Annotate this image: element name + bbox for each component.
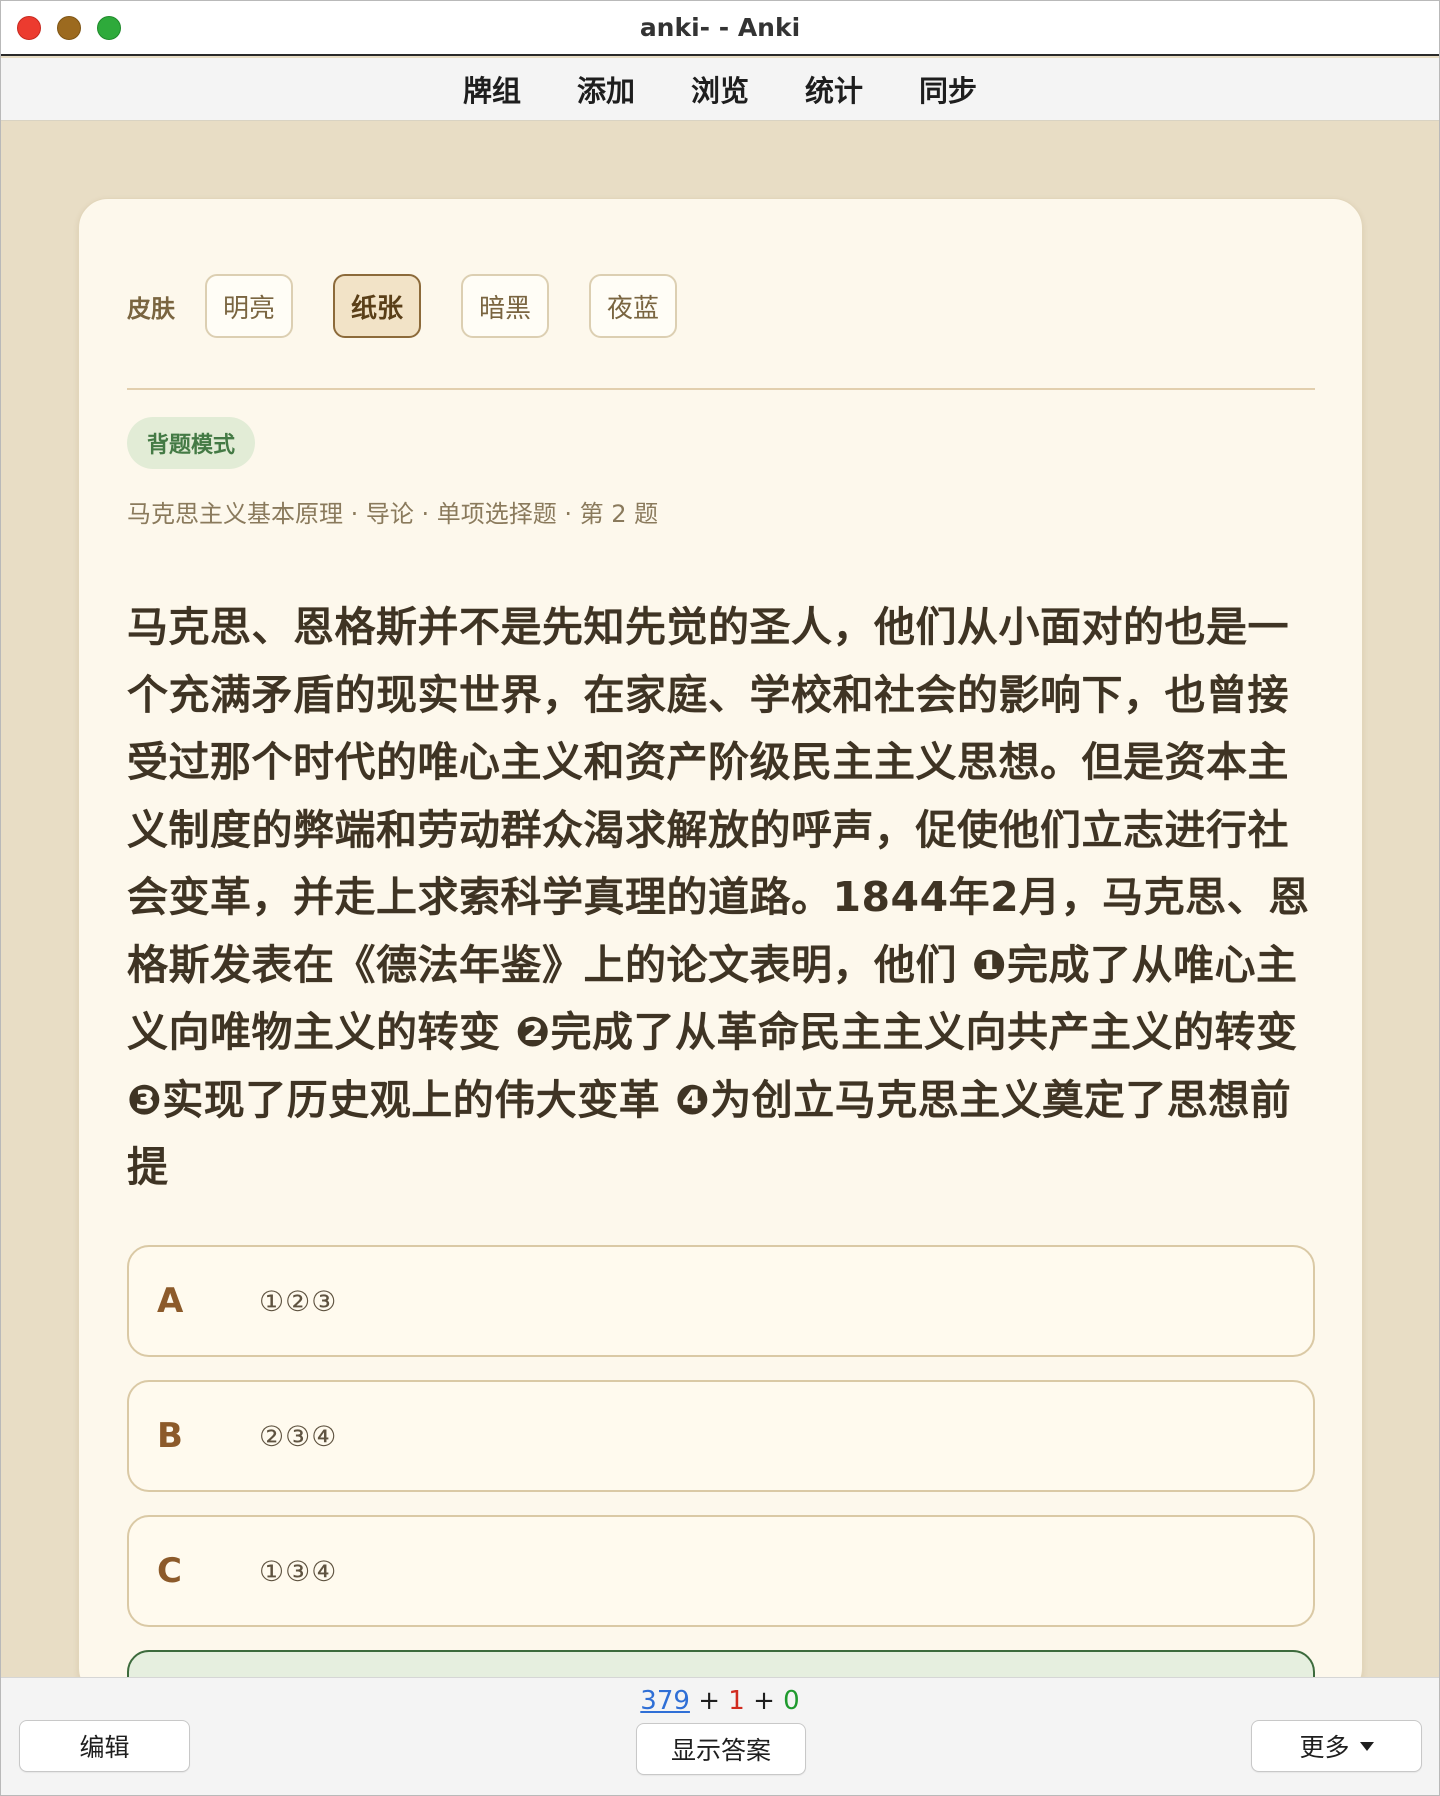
caret-down-icon: [1359, 1741, 1374, 1751]
skin-button-dark[interactable]: 暗黑: [461, 274, 549, 338]
count-separator: +: [689, 1686, 729, 1716]
review-card: 皮肤 明亮 纸张 暗黑 夜蓝 背题模式 马克思主义基本原理 · 导论 · 单项选…: [78, 198, 1363, 1762]
skin-button-paper[interactable]: 纸张: [333, 274, 421, 338]
count-separator: +: [744, 1686, 784, 1716]
skin-button-light[interactable]: 明亮: [205, 274, 293, 338]
main-toolbar: 牌组 添加 浏览 统计 同步: [1, 58, 1439, 121]
new-count[interactable]: 379: [640, 1686, 690, 1716]
question-text: 马克思、恩格斯并不是先知先觉的圣人，他们从小面对的也是一个充满矛盾的现实世界，在…: [127, 603, 1310, 1191]
option-text: ①③④: [259, 1554, 338, 1588]
skin-label: 皮肤: [127, 294, 175, 323]
more-button[interactable]: 更多: [1251, 1720, 1422, 1772]
toolbar-stats[interactable]: 统计: [805, 68, 863, 110]
divider: [127, 388, 1315, 390]
learn-count: 1: [728, 1686, 745, 1716]
option-letter: C: [157, 1551, 182, 1591]
option-c[interactable]: C ①③④: [127, 1515, 1315, 1627]
toolbar-browse[interactable]: 浏览: [691, 68, 749, 110]
mode-badge: 背题模式: [127, 417, 256, 469]
bottom-bar: 379 + 1 + 0 编辑 显示答案 更多: [1, 1677, 1439, 1795]
toolbar-add[interactable]: 添加: [577, 68, 635, 110]
toolbar-sync[interactable]: 同步: [919, 68, 977, 110]
toolbar-decks[interactable]: 牌组: [463, 68, 521, 110]
anki-window: anki- - Anki 牌组 添加 浏览 统计 同步 皮肤 明亮 纸张 暗黑 …: [0, 0, 1440, 1796]
breadcrumb: 马克思主义基本原理 · 导论 · 单项选择题 · 第 2 题: [127, 500, 659, 528]
edit-button-label: 编辑: [79, 1733, 130, 1762]
edit-button[interactable]: 编辑: [19, 1720, 190, 1772]
option-b[interactable]: B ②③④: [127, 1380, 1315, 1492]
option-letter: A: [157, 1281, 184, 1321]
review-count: 0: [783, 1686, 800, 1716]
title-bar: anki- - Anki: [1, 1, 1439, 56]
window-title: anki- - Anki: [639, 13, 801, 42]
option-letter: B: [157, 1416, 183, 1456]
show-answer-button[interactable]: 显示答案: [636, 1723, 806, 1775]
option-text: ①②③: [259, 1284, 338, 1318]
option-text: ②③④: [259, 1419, 338, 1453]
more-button-label: 更多: [1299, 1733, 1350, 1762]
option-a[interactable]: A ①②③: [127, 1245, 1315, 1357]
due-counts: 379 + 1 + 0: [1, 1686, 1439, 1716]
show-answer-label: 显示答案: [670, 1736, 771, 1765]
skin-button-night-blue[interactable]: 夜蓝: [589, 274, 677, 338]
skin-selector: 皮肤 明亮 纸张 暗黑 夜蓝: [127, 274, 717, 338]
